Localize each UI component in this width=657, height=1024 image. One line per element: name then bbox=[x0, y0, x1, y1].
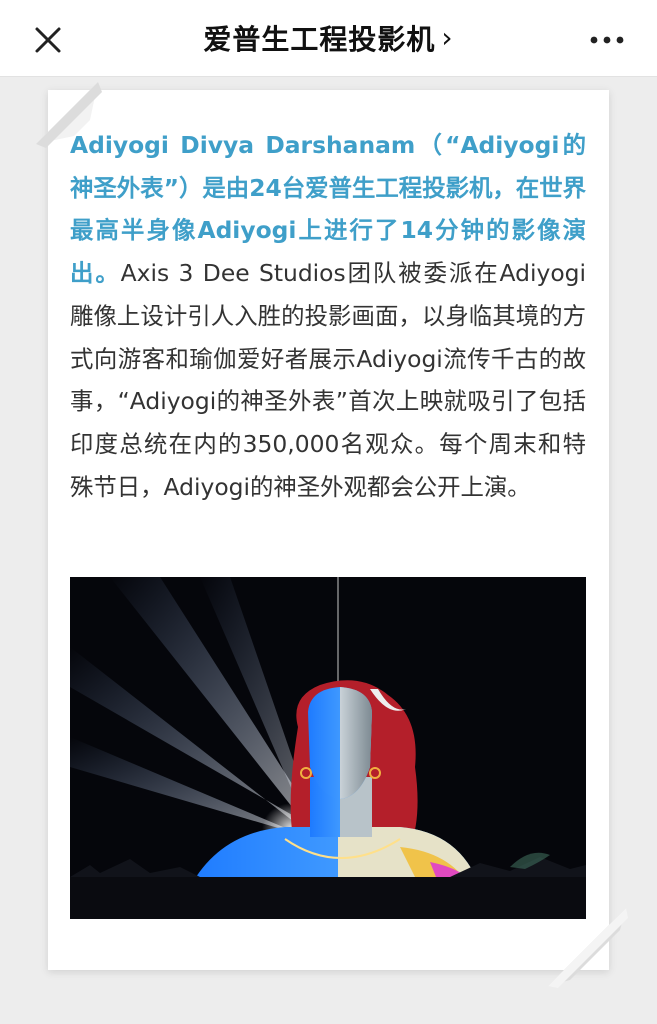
more-icon bbox=[590, 36, 624, 44]
article-body: Axis 3 Dee Studios团队被委派在Adiyogi雕像上设计引人入胜… bbox=[70, 259, 586, 501]
more-options-button[interactable] bbox=[587, 26, 627, 54]
chevron-right-icon: › bbox=[441, 21, 454, 54]
page-title: 爱普生工程投影机 bbox=[203, 23, 436, 56]
top-navigation-bar: 爱普生工程投影机 › bbox=[0, 0, 657, 77]
account-title-link[interactable]: 爱普生工程投影机 › bbox=[0, 18, 657, 58]
adiyogi-projection-image bbox=[70, 577, 586, 919]
adiyogi-illustration bbox=[70, 577, 586, 919]
article-text: Adiyogi Divya Darshanam（“Adiyogi的神圣外表”）是… bbox=[70, 124, 586, 508]
